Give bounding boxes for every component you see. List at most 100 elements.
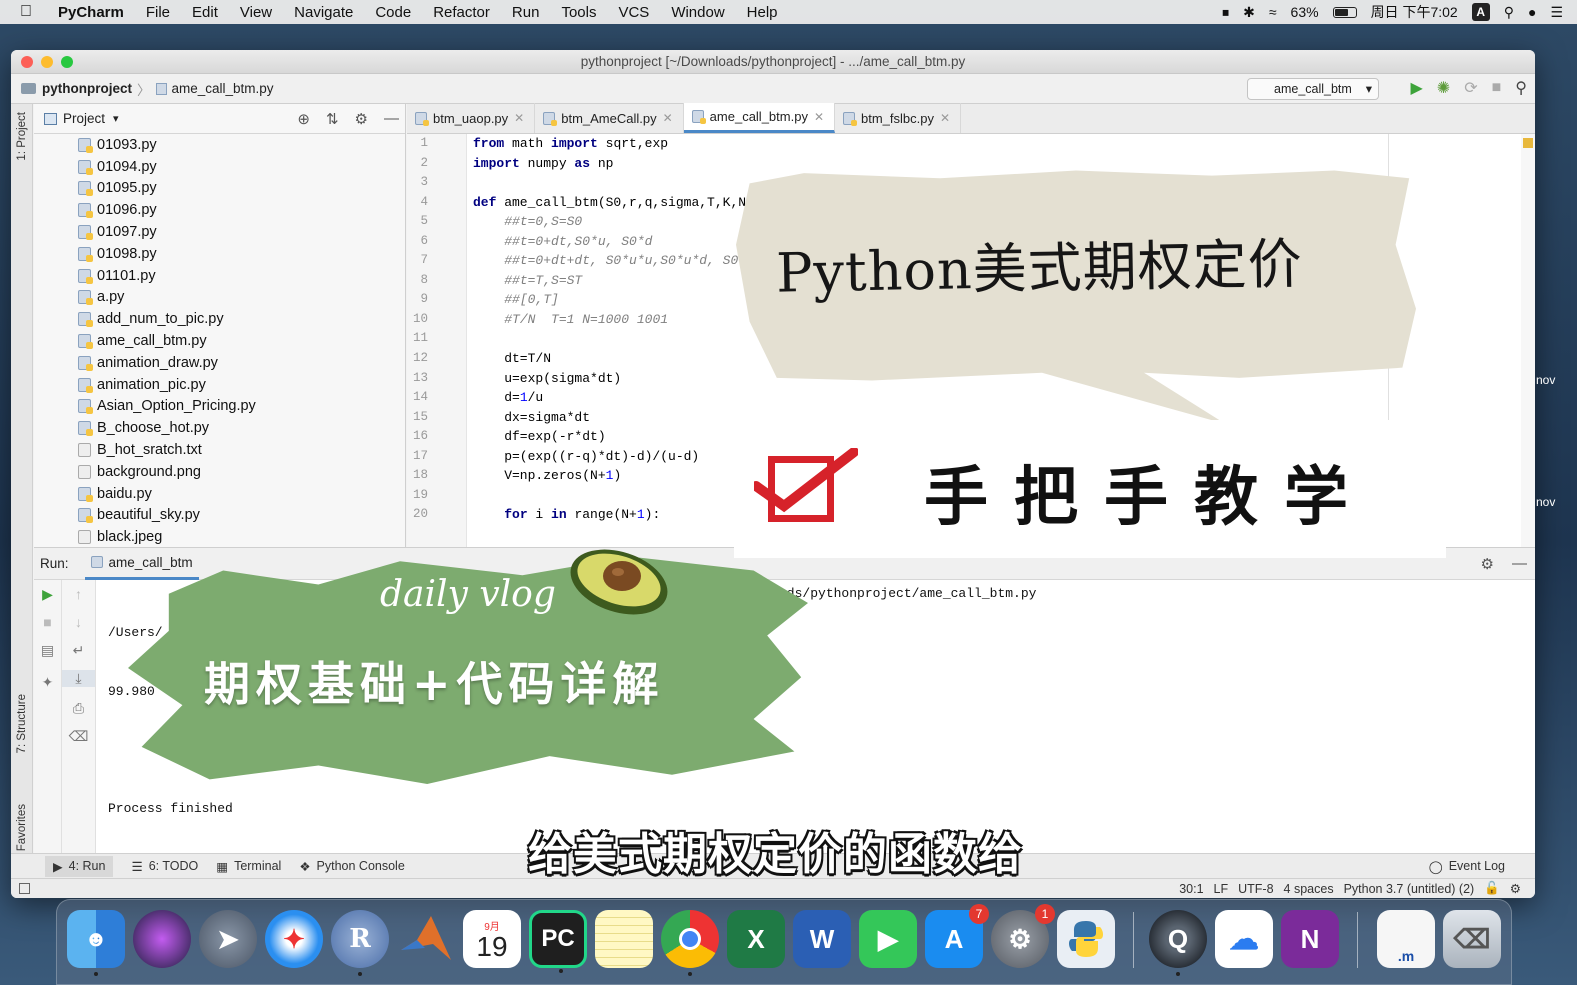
chrome-icon[interactable] [661, 910, 719, 976]
pycharm-icon[interactable]: PC [529, 910, 587, 973]
file-tree-item[interactable]: 01098.py [34, 243, 405, 265]
file-tree-item[interactable]: 01097.py [34, 221, 405, 243]
gear-icon[interactable]: ⚙ [1481, 555, 1494, 573]
system-preferences-icon[interactable]: ⚙ 1 [991, 904, 1055, 968]
soft-wrap-icon[interactable]: ↵ [62, 642, 95, 659]
menu-app-name[interactable]: PyCharm [58, 4, 124, 21]
event-log-button[interactable]: ◯ Event Log [1429, 859, 1505, 874]
menu-view[interactable]: View [240, 4, 272, 21]
run-tab[interactable]: ame_call_btm [84, 548, 199, 580]
menu-tools[interactable]: Tools [561, 4, 596, 21]
run-icon[interactable]: ▶ [1410, 78, 1422, 98]
python-interpreter[interactable]: Python 3.7 (untitled) (2) [1344, 882, 1475, 896]
editor-scrollbar[interactable] [1521, 134, 1535, 547]
menu-help[interactable]: Help [747, 4, 778, 21]
code-area[interactable]: from math import sqrt,exp import numpy a… [473, 134, 773, 547]
editor-tab[interactable]: ame_call_btm.py ✕ [683, 103, 836, 133]
file-tree-item[interactable]: 01094.py [34, 156, 405, 178]
hide-panel-icon[interactable]: — [1512, 555, 1527, 573]
file-tree-item[interactable]: Asian_Option_Pricing.py [34, 396, 405, 418]
tool-tab-run[interactable]: ▶ 4: Run [45, 855, 114, 877]
word-icon[interactable]: W [793, 910, 851, 968]
hide-panel-icon[interactable]: — [384, 110, 399, 128]
app-store-icon[interactable]: A7 [925, 904, 989, 968]
editor-tab[interactable]: btm_uaop.py ✕ [407, 103, 536, 133]
tool-tab-terminal[interactable]: ▦ Terminal [216, 859, 281, 874]
close-icon[interactable]: ✕ [814, 110, 824, 124]
file-tree-item[interactable]: black.jpeg [34, 526, 405, 548]
safari-icon[interactable]: ✦ [265, 910, 323, 968]
inspection-status-icon[interactable] [1523, 138, 1533, 148]
print-icon[interactable]: ⎙ [62, 700, 95, 717]
file-tree-item[interactable]: B_choose_hot.py [34, 417, 405, 439]
r-app-icon[interactable]: R [331, 910, 389, 976]
siri-icon[interactable]: ● [1528, 4, 1536, 20]
collapse-all-icon[interactable]: ⇅ [326, 110, 339, 128]
quicktime-icon[interactable]: Q [1149, 910, 1207, 976]
siri-icon[interactable] [133, 910, 191, 968]
menubar-clock[interactable]: 周日 下午7:02 [1371, 2, 1458, 22]
debug-icon[interactable]: ✺ [1437, 78, 1450, 98]
bluetooth-icon[interactable]: ✱ [1243, 4, 1255, 21]
file-tree-item[interactable]: a.py [34, 287, 405, 309]
close-window-button[interactable] [21, 56, 33, 68]
python-launcher-icon[interactable] [1057, 910, 1115, 968]
notification-center-icon[interactable]: ☰ [1550, 4, 1563, 21]
breadcrumb-project[interactable]: pythonproject [42, 81, 132, 96]
close-icon[interactable]: ✕ [663, 111, 673, 125]
onenote-icon[interactable]: N [1281, 910, 1339, 968]
calendar-icon[interactable]: 9月 19 [463, 910, 521, 968]
locate-file-icon[interactable]: ⊕ [297, 110, 310, 128]
file-tree-item[interactable]: background.png [34, 461, 405, 483]
document-file-icon[interactable]: .m [1377, 910, 1435, 968]
tool-tab-todo[interactable]: ☰ 6: TODO [131, 859, 198, 874]
menu-edit[interactable]: Edit [192, 4, 218, 21]
matlab-icon[interactable] [397, 910, 455, 968]
menu-navigate[interactable]: Navigate [294, 4, 353, 21]
battery-icon[interactable] [1332, 6, 1357, 18]
apple-icon[interactable]:  [20, 3, 42, 21]
stop-icon[interactable]: ■ [1492, 79, 1502, 97]
trash-icon[interactable]: ⌫ [62, 728, 95, 745]
file-tree-item[interactable]: 01095.py [34, 178, 405, 200]
file-tree-item[interactable]: 01093.py [34, 134, 405, 156]
indent-setting[interactable]: 4 spaces [1284, 882, 1334, 896]
file-tree-item[interactable]: animation_draw.py [34, 352, 405, 374]
caret-position[interactable]: 30:1 [1179, 882, 1203, 896]
file-tree-item[interactable]: ame_call_btm.py [34, 330, 405, 352]
run-configuration-select[interactable]: ame_call_btm ▾ [1247, 78, 1379, 100]
inspector-icon[interactable]: ⚙ [1510, 881, 1521, 896]
input-source-icon[interactable]: A [1471, 3, 1490, 21]
trash-icon[interactable]: ⌫ [1443, 910, 1501, 968]
rerun-icon[interactable]: ▶ [34, 586, 61, 603]
finder-icon[interactable]: ☻ [67, 910, 125, 976]
file-tree-item[interactable]: B_hot_sratch.txt [34, 439, 405, 461]
menu-code[interactable]: Code [375, 4, 411, 21]
lock-icon[interactable]: 🔓 [1484, 881, 1500, 896]
facetime-icon[interactable]: ▶ [859, 910, 917, 968]
pin-tab-icon[interactable]: ✦ [34, 674, 61, 691]
tool-tab-structure[interactable]: 7: Structure [11, 694, 33, 753]
battery-percent[interactable]: 63% [1291, 4, 1319, 20]
tool-tab-project[interactable]: 1: Project [11, 112, 33, 161]
file-tree-item[interactable]: beautiful_sky.py [34, 505, 405, 527]
file-tree-item[interactable]: 01096.py [34, 199, 405, 221]
project-view-select[interactable]: Project [63, 111, 105, 126]
tool-tab-python-console[interactable]: ❖ Python Console [299, 859, 404, 874]
minimize-window-button[interactable] [41, 56, 53, 68]
stop-icon[interactable]: ■ [34, 614, 61, 630]
close-icon[interactable]: ✕ [514, 111, 524, 125]
file-tree-item[interactable]: add_num_to_pic.py [34, 308, 405, 330]
record-stop-icon[interactable]: ⏹ [1222, 4, 1229, 21]
menu-vcs[interactable]: VCS [618, 4, 649, 21]
editor-tab[interactable]: btm_AmeCall.py ✕ [535, 103, 684, 133]
menu-refactor[interactable]: Refactor [433, 4, 490, 21]
zoom-window-button[interactable] [61, 56, 73, 68]
toggle-tool-windows-icon[interactable] [19, 883, 30, 894]
gear-icon[interactable]: ⚙ [355, 110, 368, 128]
baidu-netdisk-icon[interactable]: ☁ [1215, 910, 1273, 968]
notes-icon[interactable] [595, 910, 653, 968]
line-separator[interactable]: LF [1214, 882, 1229, 896]
launchpad-icon[interactable]: ➤ [199, 910, 257, 968]
file-tree-item[interactable]: 01101.py [34, 265, 405, 287]
